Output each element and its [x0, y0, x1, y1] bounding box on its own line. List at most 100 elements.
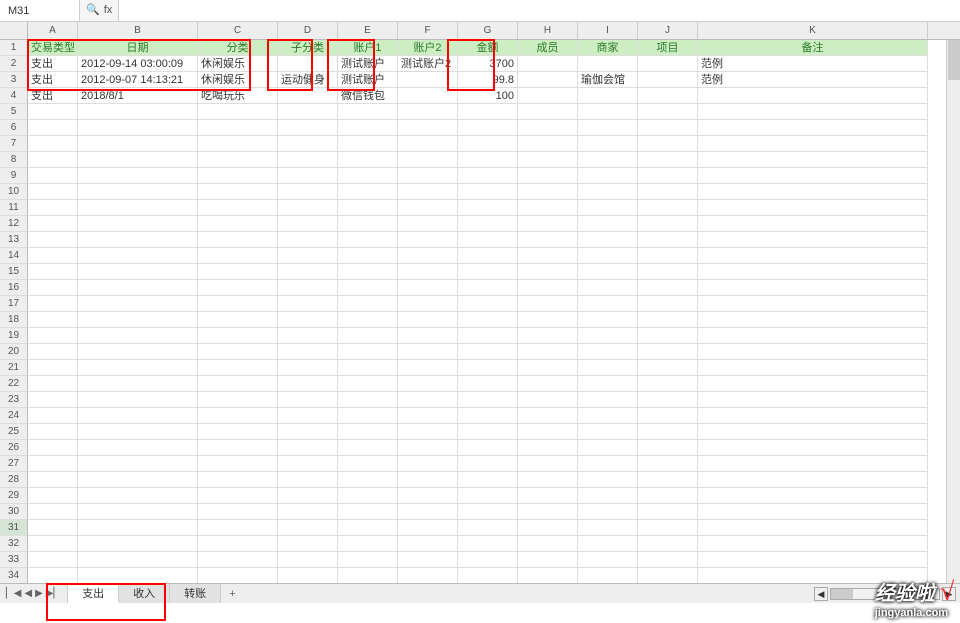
cell[interactable] [78, 168, 198, 184]
cell[interactable] [398, 216, 458, 232]
cell[interactable] [578, 376, 638, 392]
cell[interactable] [578, 392, 638, 408]
cell[interactable]: 支出 [28, 88, 78, 104]
cell[interactable] [198, 456, 278, 472]
cell[interactable]: 范例 [698, 72, 928, 88]
row-header[interactable]: 24 [0, 408, 28, 424]
cell[interactable] [398, 408, 458, 424]
cell[interactable] [278, 168, 338, 184]
cell[interactable] [78, 280, 198, 296]
cell[interactable] [28, 328, 78, 344]
cell[interactable] [398, 568, 458, 584]
cell[interactable] [518, 344, 578, 360]
row-header[interactable]: 4 [0, 88, 28, 104]
cell[interactable] [78, 232, 198, 248]
cell[interactable] [338, 168, 398, 184]
cell[interactable] [458, 344, 518, 360]
cells-area[interactable]: 交易类型日期分类子分类账户1账户2金额成员商家项目备注支出2012-09-14 … [28, 40, 960, 585]
cell[interactable] [198, 536, 278, 552]
cell[interactable] [398, 248, 458, 264]
cell[interactable] [518, 520, 578, 536]
vertical-scroll-thumb[interactable] [948, 40, 960, 80]
row-header[interactable]: 2 [0, 56, 28, 72]
cell[interactable] [28, 200, 78, 216]
cell[interactable] [698, 280, 928, 296]
cell[interactable] [458, 152, 518, 168]
cell[interactable]: 分类 [198, 40, 278, 56]
cell[interactable] [198, 248, 278, 264]
cell[interactable] [398, 360, 458, 376]
cell[interactable] [28, 552, 78, 568]
cell[interactable] [278, 216, 338, 232]
cell[interactable] [458, 520, 518, 536]
cell[interactable] [338, 328, 398, 344]
cell[interactable] [278, 280, 338, 296]
row-header[interactable]: 7 [0, 136, 28, 152]
cell[interactable] [338, 264, 398, 280]
cell[interactable] [578, 488, 638, 504]
cell[interactable] [458, 440, 518, 456]
cell[interactable] [698, 424, 928, 440]
cell[interactable] [458, 424, 518, 440]
cell[interactable]: 子分类 [278, 40, 338, 56]
cell[interactable] [278, 456, 338, 472]
cell[interactable] [78, 536, 198, 552]
cell[interactable] [338, 344, 398, 360]
cell[interactable] [638, 152, 698, 168]
cell[interactable] [518, 552, 578, 568]
cell[interactable] [278, 184, 338, 200]
cell[interactable] [398, 440, 458, 456]
cell[interactable] [638, 216, 698, 232]
cell[interactable] [638, 440, 698, 456]
cell[interactable]: 2012-09-14 03:00:09 [78, 56, 198, 72]
cell[interactable] [398, 72, 458, 88]
cell[interactable] [28, 376, 78, 392]
cell[interactable] [78, 472, 198, 488]
cell[interactable] [518, 296, 578, 312]
cell[interactable] [518, 120, 578, 136]
cell[interactable] [578, 440, 638, 456]
cell[interactable] [278, 344, 338, 360]
cell[interactable] [198, 360, 278, 376]
cell[interactable] [518, 56, 578, 72]
cell[interactable] [398, 344, 458, 360]
cell[interactable] [398, 152, 458, 168]
cell[interactable] [198, 568, 278, 584]
cell[interactable] [698, 328, 928, 344]
name-box[interactable]: M31 [0, 0, 80, 21]
cell[interactable] [578, 168, 638, 184]
cell[interactable] [28, 504, 78, 520]
cell[interactable] [518, 392, 578, 408]
cell[interactable] [638, 536, 698, 552]
cell[interactable] [638, 328, 698, 344]
cell[interactable] [398, 232, 458, 248]
cell[interactable]: 瑜伽会馆 [578, 72, 638, 88]
cell[interactable] [278, 328, 338, 344]
cell[interactable] [458, 248, 518, 264]
cell[interactable] [698, 248, 928, 264]
cell[interactable] [578, 328, 638, 344]
first-sheet-icon[interactable]: ▏◀ [6, 589, 21, 599]
cell[interactable] [398, 536, 458, 552]
cell[interactable] [518, 104, 578, 120]
cell[interactable] [28, 248, 78, 264]
cell[interactable] [338, 440, 398, 456]
row-header[interactable]: 33 [0, 552, 28, 568]
cell[interactable] [78, 328, 198, 344]
cell[interactable] [578, 280, 638, 296]
cell[interactable] [638, 392, 698, 408]
cell[interactable] [458, 280, 518, 296]
cell[interactable] [638, 488, 698, 504]
cell[interactable] [638, 56, 698, 72]
cell[interactable]: 测试账户 [338, 56, 398, 72]
cell[interactable] [338, 424, 398, 440]
cell[interactable] [698, 504, 928, 520]
cell[interactable] [458, 200, 518, 216]
cell[interactable] [398, 520, 458, 536]
cell[interactable] [638, 312, 698, 328]
cell[interactable] [278, 472, 338, 488]
cell[interactable] [338, 408, 398, 424]
cell[interactable] [638, 200, 698, 216]
cell[interactable]: 账户1 [338, 40, 398, 56]
cell[interactable] [338, 488, 398, 504]
